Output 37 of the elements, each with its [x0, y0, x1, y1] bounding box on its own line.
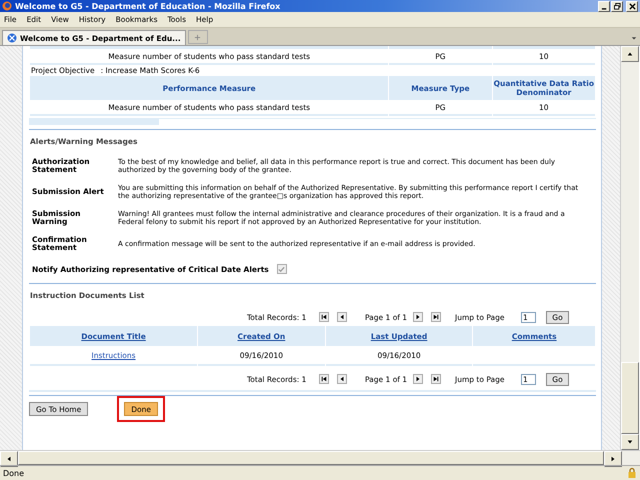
lock-icon	[627, 467, 637, 479]
plus-icon	[194, 34, 202, 40]
scroll-down-button[interactable]	[621, 434, 639, 450]
first-page-button[interactable]	[319, 374, 329, 384]
first-page-button[interactable]	[319, 312, 329, 322]
previous-page-button[interactable]	[337, 312, 347, 322]
next-page-button[interactable]	[413, 374, 423, 384]
restore-icon	[614, 2, 620, 10]
minimize-button[interactable]	[598, 0, 610, 12]
last-page-icon	[433, 314, 439, 320]
scroll-left-button[interactable]	[0, 451, 18, 467]
left-arrow-icon	[339, 314, 345, 320]
right-arrow-icon	[415, 376, 421, 382]
last-page-icon	[433, 376, 439, 382]
left-arrow-icon	[6, 456, 12, 462]
up-arrow-icon	[627, 51, 633, 57]
right-arrow-icon	[415, 314, 421, 320]
scroll-up-button[interactable]	[621, 46, 639, 62]
site-icon	[7, 33, 17, 43]
first-page-icon	[321, 314, 327, 320]
caret-icon	[631, 35, 637, 41]
right-arrow-icon	[610, 456, 616, 462]
status-text: Done	[3, 468, 24, 478]
next-page-button[interactable]	[413, 312, 423, 322]
scroll-right-button[interactable]	[604, 451, 622, 467]
previous-page-button[interactable]	[337, 374, 347, 384]
scrollbar-thumb[interactable]	[18, 451, 604, 465]
left-arrow-icon	[339, 376, 345, 382]
last-page-button[interactable]	[431, 374, 441, 384]
down-arrow-icon	[627, 439, 633, 445]
first-page-icon	[321, 376, 327, 382]
restore-button[interactable]	[611, 0, 623, 12]
window-title: Welcome to G5 - Department of Education - Mozilla Firefox	[15, 2, 282, 10]
close-button[interactable]	[626, 0, 638, 12]
last-page-button[interactable]	[431, 312, 441, 322]
close-icon	[628, 2, 636, 10]
scrollbar-thumb[interactable]	[621, 362, 639, 434]
